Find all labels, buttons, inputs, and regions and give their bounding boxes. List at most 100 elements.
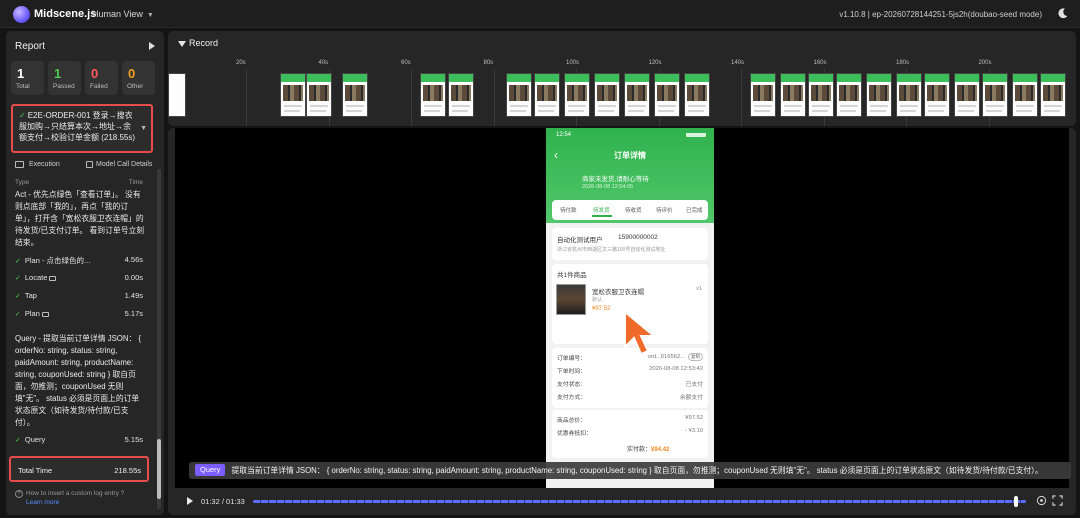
test-case-selector[interactable]: ✓ E2E-ORDER-001 登录→搜衣服加购→只结算本次→地址→余额支付→校验… (11, 104, 153, 153)
thumbnail-line (840, 110, 856, 112)
focus-target-icon[interactable] (1036, 495, 1047, 506)
timeline-thumbnail[interactable] (594, 73, 620, 117)
timeline-thumbnail[interactable] (750, 73, 776, 117)
thumbnail-line (310, 110, 326, 112)
stat-passed[interactable]: 1 Passed (48, 61, 81, 95)
timeline-thumbnail[interactable] (624, 73, 650, 117)
timeline-thumbnail[interactable] (342, 73, 368, 117)
column-time: Time (128, 179, 143, 186)
timeline-tick-label: 180s (896, 60, 910, 66)
player-controls: 01:32 / 01:33 (168, 488, 1076, 515)
total-time-value: 218.55s (114, 466, 141, 475)
paid-value: ¥94.42 (651, 447, 670, 453)
timeline-thumbnail[interactable] (564, 73, 590, 117)
fullscreen-icon[interactable] (1052, 495, 1063, 506)
thumbnail-header (565, 74, 589, 82)
timeline-thumbnail[interactable] (896, 73, 922, 117)
timeline-tick-label: 160s (813, 60, 827, 66)
order-status-message: 商家未发货,请耐心等待 (582, 176, 649, 183)
thumbnail-image (627, 85, 647, 101)
step-time: 4.56s (124, 255, 143, 264)
theme-toggle-moon-icon[interactable] (1056, 7, 1069, 20)
step-caption: Query 提取当前订单详情 JSON： { orderNo: string, s… (189, 462, 1071, 479)
sidebar-scrollbar[interactable] (157, 169, 161, 509)
thumbnail-line (284, 105, 302, 107)
thumbnail-image (309, 85, 329, 101)
play-button[interactable] (187, 497, 193, 505)
step-row[interactable]: ✓ Tap 1.49s (15, 291, 143, 303)
timeline-thumbnail[interactable] (168, 73, 186, 117)
coupon-value: - ¥3.10 (684, 428, 703, 434)
progress-track[interactable] (253, 500, 1026, 503)
timeline-thumbnail[interactable] (866, 73, 892, 117)
stat-total[interactable]: 1 Total (11, 61, 44, 95)
check-icon: ✓ (15, 437, 21, 444)
step-row[interactable]: ✓ Locate 0.00s (15, 273, 143, 285)
address-line: 浙江省杭州市西湖区文三路100号自动化测试地址 (557, 247, 666, 253)
timeline-thumbnails[interactable] (168, 73, 1076, 117)
thumbnail-line (1016, 105, 1034, 107)
thumbnail-header (421, 74, 445, 82)
scrollbar-thumb[interactable] (157, 439, 161, 499)
thumbnail-line (424, 110, 440, 112)
thumbnail-header (781, 74, 805, 82)
step-row[interactable]: ✓ Plan - 点击绿色的... 4.56s (15, 255, 143, 267)
thumbnail-line (840, 105, 858, 107)
step-row[interactable]: ✓ Query 5.15s (15, 435, 143, 447)
stat-other[interactable]: 0 Other (122, 61, 155, 95)
timeline-thumbnail[interactable] (982, 73, 1008, 117)
timeline-thumbnail[interactable] (420, 73, 446, 117)
timeline-thumbnail[interactable] (1012, 73, 1038, 117)
total-time-label: Total Time (18, 466, 53, 475)
collapse-triangle-icon[interactable] (178, 41, 186, 47)
timeline-tick-label: 120s (648, 60, 662, 66)
timeline-thumbnail[interactable] (684, 73, 710, 117)
goods-quantity: x1 (696, 286, 702, 292)
thumbnail-line (870, 110, 886, 112)
timeline-thumbnail[interactable] (534, 73, 560, 117)
screenshot-icon (49, 275, 57, 281)
step-row[interactable]: ✓ Plan 5.17s (15, 309, 143, 321)
pay-method-row: 支付方式： 余额支付 (557, 392, 703, 404)
learn-more-link[interactable]: Learn more (26, 498, 155, 507)
play-all-icon[interactable] (149, 42, 155, 50)
thumbnail-image (1043, 85, 1063, 101)
thumbnail-image (957, 85, 977, 101)
stat-failed[interactable]: 0 Failed (85, 61, 118, 95)
thumbnail-line (688, 110, 704, 112)
question-icon: ? (15, 490, 23, 498)
total-time-row: Total Time 218.55s (9, 456, 149, 482)
paid-amount-row: 实付款：¥94.42 (627, 444, 669, 453)
phone-screenshot: 12:54 ‹ 订单详情 商家未发货,请耐心等待 2026-08-08 12:5… (546, 128, 714, 488)
timeline-thumbnail[interactable] (654, 73, 680, 117)
model-call-checkbox[interactable] (86, 161, 93, 168)
timeline-thumbnail[interactable] (306, 73, 332, 117)
thumbnail-image (839, 85, 859, 101)
timeline-thumbnail[interactable] (954, 73, 980, 117)
timeline-thumbnail[interactable] (924, 73, 950, 117)
timeline-thumbnail[interactable] (1040, 73, 1066, 117)
thumbnail-line (658, 105, 676, 107)
timeline-tick-label: 60s (401, 60, 411, 66)
act-task[interactable]: Act - 优先点绿色「查看订单」。 没有则点底部「我的」，再点「我的订单」，打… (15, 189, 147, 249)
playback-time: 01:32 / 01:33 (201, 497, 245, 506)
check-icon: ✓ (15, 275, 21, 282)
progress-knob[interactable] (1014, 496, 1019, 507)
thumbnail-line (928, 105, 946, 107)
thumbnail-header (507, 74, 531, 82)
order-time-row: 下单时间： 2026-08-08 12:53:42 (557, 366, 703, 378)
thumbnail-image (345, 85, 365, 101)
timeline-thumbnail[interactable] (280, 73, 306, 117)
timeline-thumbnail[interactable] (780, 73, 806, 117)
query-task[interactable]: Query - 提取当前订单详情 JSON： { orderNo: string… (15, 333, 147, 429)
timeline-thumbnail[interactable] (506, 73, 532, 117)
thumbnail-line (986, 110, 1002, 112)
test-case-title: E2E-ORDER-001 登录→搜衣服加购→只结算本次→地址→余额支付→校验订… (19, 111, 136, 142)
timeline-thumbnail[interactable] (808, 73, 834, 117)
thumbnail-header (925, 74, 949, 82)
thumbnail-header (955, 74, 979, 82)
paid-label: 实付款： (627, 447, 652, 453)
timeline-thumbnail[interactable] (448, 73, 474, 117)
timeline-thumbnail[interactable] (836, 73, 862, 117)
view-mode-dropdown[interactable]: Human View ▼ (92, 9, 154, 19)
